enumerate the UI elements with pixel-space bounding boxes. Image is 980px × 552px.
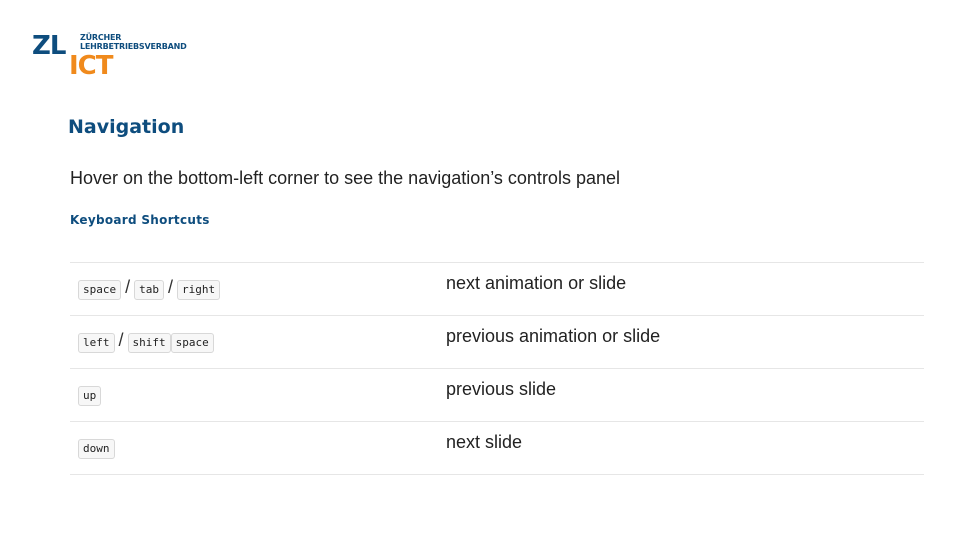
key-space: space — [78, 280, 122, 300]
shortcuts-table: space / tab / right next animation or slide … — [70, 262, 924, 475]
shortcut-keys: down — [70, 422, 438, 475]
shortcut-row-previous-slide: up previous slide — [70, 368, 924, 422]
logo-zl-text: ZL — [32, 31, 66, 61]
shortcut-keys: left / shift space — [70, 316, 438, 369]
logo-org-name: ZÜRCHER LEHRBETRIEBSVERBAND — [80, 33, 187, 51]
logo-org-line2: LEHRBETRIEBSVERBAND — [80, 42, 187, 51]
slide-intro: Hover on the bottom-left corner to see t… — [70, 168, 620, 188]
key-separator: / — [125, 276, 131, 297]
key-down: down — [78, 439, 115, 459]
key-right: right — [177, 280, 221, 300]
zli-ict-logo: ZL ICT ZÜRCHER LEHRBETRIEBSVERBAND — [32, 31, 187, 81]
shortcut-description: next slide — [446, 432, 523, 452]
shortcut-row-previous: left / shift space previous animation or sl… — [70, 315, 924, 369]
shortcut-row-next-slide: down next slide — [70, 421, 924, 475]
key-separator: / — [168, 276, 174, 297]
shortcut-description: next animation or slide — [446, 273, 627, 293]
shortcut-description: previous animation or slide — [446, 326, 661, 346]
shortcut-row-next: space / tab / right next animation or slide — [70, 262, 924, 316]
key-up: up — [78, 386, 102, 406]
key-tab: tab — [134, 280, 165, 300]
shortcut-keys: up — [70, 369, 438, 422]
shortcut-description: previous slide — [446, 379, 557, 399]
key-left: left — [78, 333, 115, 353]
key-shift: shift — [127, 333, 171, 353]
keyboard-shortcuts-heading: Keyboard Shortcuts — [70, 213, 210, 227]
logo-ict-text: ICT — [69, 51, 113, 81]
key-space: space — [170, 333, 214, 353]
logo-org-line1: ZÜRCHER — [80, 33, 122, 42]
key-separator: / — [118, 329, 124, 350]
shortcut-keys: space / tab / right — [70, 263, 438, 316]
slide-title: Navigation — [68, 116, 185, 138]
